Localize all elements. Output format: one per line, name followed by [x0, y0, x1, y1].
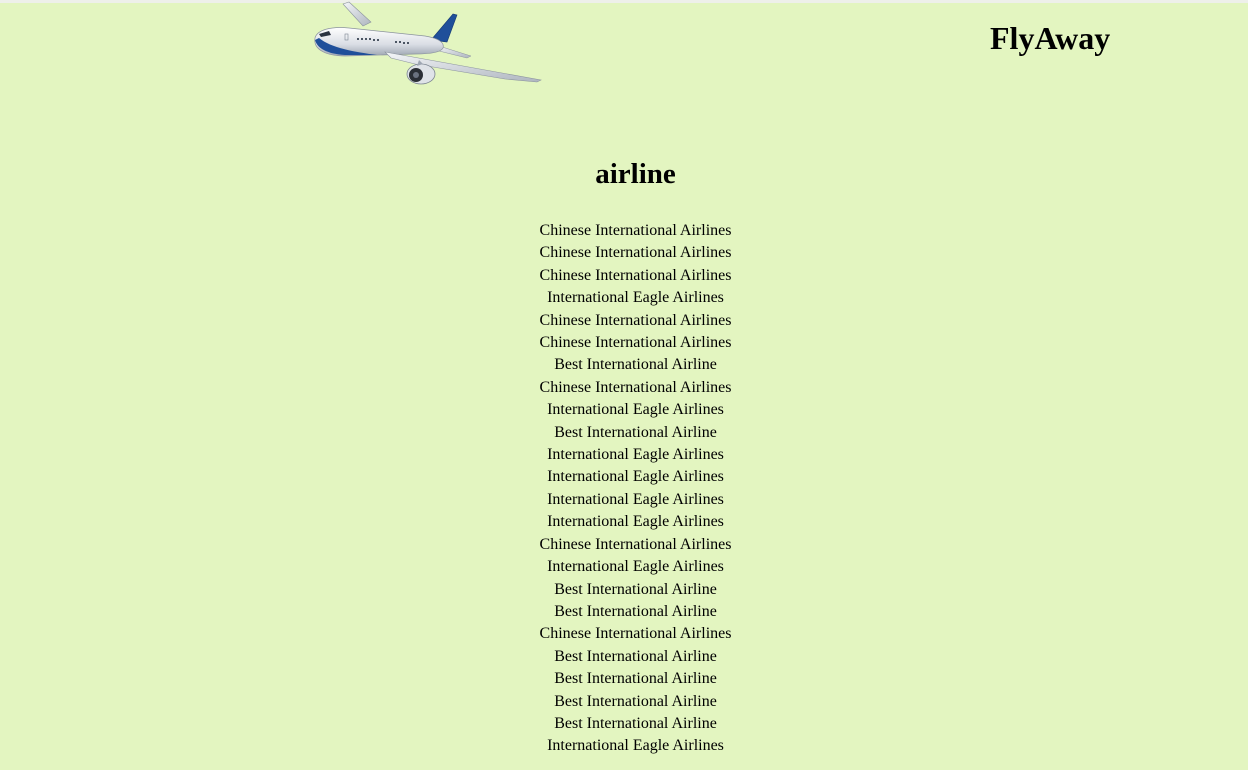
list-item: Best International Airline	[554, 602, 717, 620]
list-item: Chinese International Airlines	[539, 378, 732, 396]
airplane-icon	[314, 1, 542, 85]
list-item: Chinese International Airlines	[539, 625, 732, 643]
list-item: International Eagle Airlines	[547, 490, 724, 508]
list-item: International Eagle Airlines	[547, 289, 724, 307]
list-item: Best International Airline	[554, 580, 717, 598]
list-item: Best International Airline	[554, 423, 717, 441]
list-item: Chinese International Airlines	[539, 222, 732, 239]
list-item: Chinese International Airlines	[539, 535, 732, 553]
list-item: Chinese International Airlines	[539, 311, 732, 329]
top-strip	[0, 0, 1248, 3]
list-item: International Eagle Airlines	[547, 737, 724, 755]
list-item: Chinese International Airlines	[539, 334, 732, 352]
list-item: Chinese International Airlines	[539, 266, 732, 284]
list-item: International Eagle Airlines	[547, 468, 724, 486]
list-item: Chinese International Airlines	[539, 244, 732, 262]
brand-title: FlyAway	[990, 20, 1111, 56]
list-item: International Eagle Airlines	[547, 558, 724, 576]
list-item: Best International Airline	[554, 670, 717, 688]
page-heading: airline	[595, 158, 676, 190]
list-item: International Eagle Airlines	[547, 513, 724, 531]
list-item: International Eagle Airlines	[547, 401, 724, 419]
list-item: Best International Airline	[554, 714, 717, 732]
list-item: International Eagle Airlines	[547, 446, 724, 464]
list-item: Best International Airline	[554, 356, 717, 374]
airline-list: Chinese International Airlines Chinese I…	[0, 220, 1248, 758]
list-item: Best International Airline	[554, 647, 717, 665]
list-item: Best International Airline	[554, 692, 717, 710]
